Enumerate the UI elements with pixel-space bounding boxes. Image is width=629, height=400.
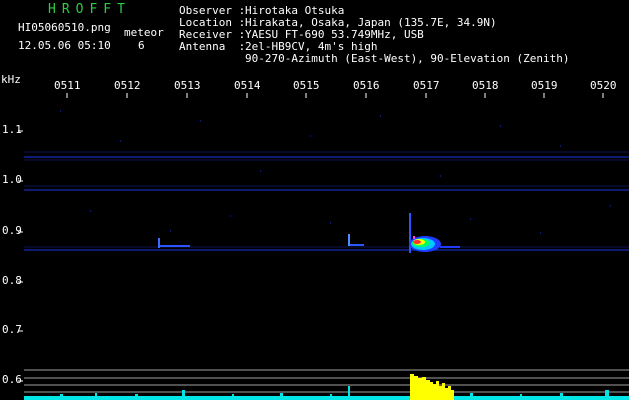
band-lines-faint bbox=[24, 151, 629, 248]
band-lines bbox=[24, 156, 629, 251]
noise-texture bbox=[60, 110, 611, 234]
power-baselines bbox=[24, 369, 629, 393]
noise-floor bbox=[24, 386, 629, 400]
meteor-echo-main bbox=[409, 213, 460, 253]
spectrogram bbox=[18, 93, 629, 400]
meteor-echo-small bbox=[158, 234, 364, 248]
